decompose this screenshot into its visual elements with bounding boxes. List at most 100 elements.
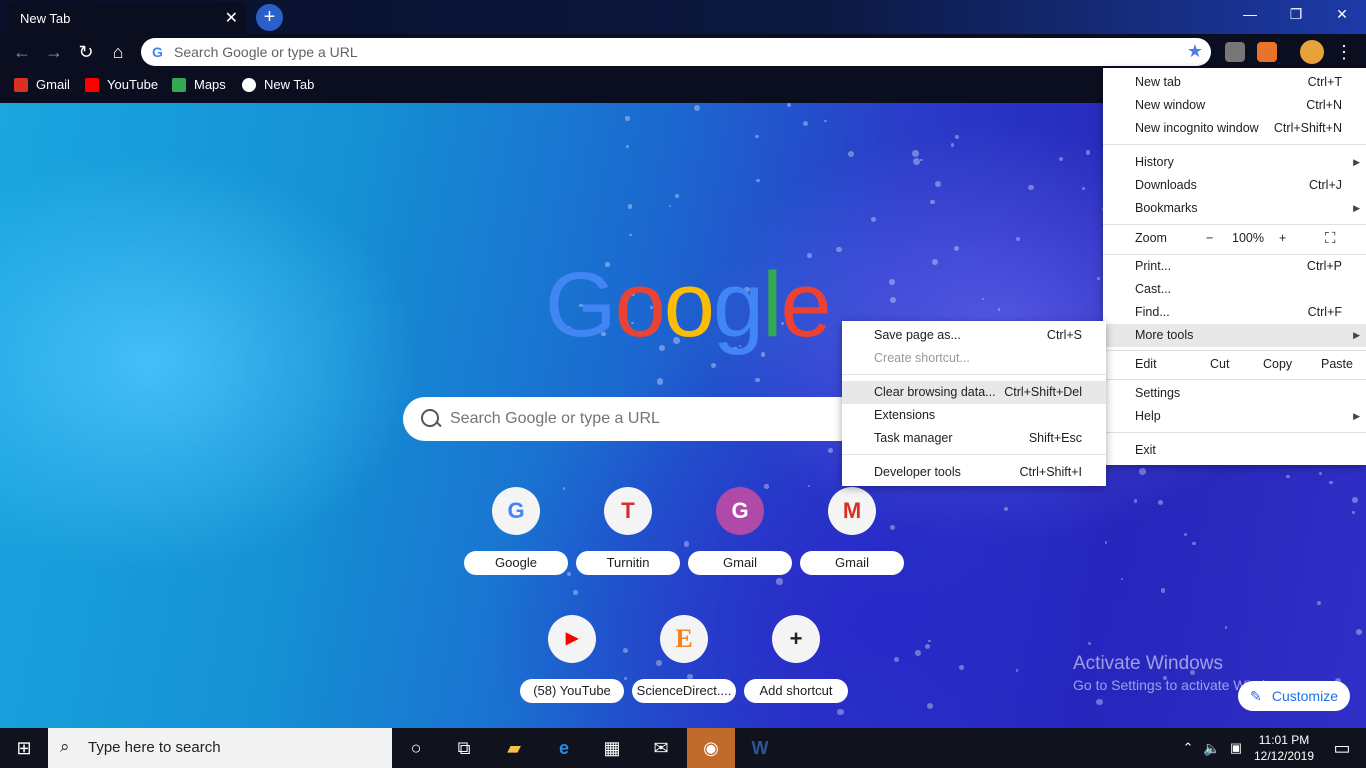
- reload-icon[interactable]: ↻: [74, 40, 98, 64]
- copy-button[interactable]: Copy: [1263, 353, 1292, 376]
- tab-new-tab[interactable]: New Tab ✕: [8, 2, 246, 34]
- avatar[interactable]: [1300, 40, 1324, 64]
- word-icon[interactable]: W: [736, 728, 784, 768]
- shortcut-label: (58) YouTube: [520, 679, 624, 703]
- windows-start-icon[interactable]: ⊞: [0, 728, 48, 768]
- submenu-item-clear-browsing-data[interactable]: Clear browsing data... Ctrl+Shift+Del: [842, 381, 1106, 404]
- google-icon: G: [492, 487, 540, 535]
- menu-item-settings[interactable]: Settings: [1103, 382, 1366, 405]
- menu-separator: [1103, 144, 1366, 145]
- water-droplet: [687, 673, 693, 679]
- water-droplet: [950, 142, 955, 147]
- submenu-item-extensions[interactable]: Extensions: [842, 404, 1106, 427]
- water-droplet: [807, 484, 811, 487]
- bookmark-new-tab[interactable]: New Tab: [242, 77, 314, 92]
- water-droplet: [1120, 577, 1124, 581]
- extension-icon[interactable]: [1225, 42, 1245, 62]
- search-icon: ⌕: [60, 737, 70, 756]
- task-view-icon[interactable]: ⧉: [440, 728, 488, 768]
- menu-separator: [842, 454, 1106, 455]
- bookmark-gmail[interactable]: Gmail: [14, 77, 70, 92]
- water-droplet: [837, 708, 844, 716]
- water-droplet: [1133, 499, 1137, 503]
- water-droplet: [926, 702, 934, 709]
- address-bar[interactable]: G Search Google or type a URL ★: [141, 38, 1211, 66]
- menu-item-downloads[interactable]: Downloads Ctrl+J: [1103, 174, 1366, 197]
- bookmark-maps[interactable]: Maps: [172, 77, 226, 92]
- shortcut-label: Gmail: [688, 551, 792, 575]
- water-droplet: [573, 590, 578, 595]
- water-droplet: [871, 217, 877, 223]
- water-droplet: [953, 245, 959, 251]
- submenu-item-developer-tools[interactable]: Developer tools Ctrl+Shift+I: [842, 461, 1106, 484]
- menu-item-bookmarks[interactable]: Bookmarks ▶: [1103, 197, 1366, 220]
- menu-separator: [1103, 224, 1366, 225]
- water-droplet: [1329, 480, 1333, 485]
- chevron-up-icon[interactable]: ⌃: [1176, 728, 1200, 768]
- water-droplet: [675, 194, 679, 198]
- fullscreen-icon[interactable]: ⛶: [1325, 227, 1336, 250]
- water-droplet: [754, 134, 759, 139]
- new-tab-button[interactable]: +: [256, 4, 283, 31]
- water-droplet: [1192, 541, 1196, 546]
- submenu-item-save-page[interactable]: Save page as... Ctrl+S: [842, 324, 1106, 347]
- water-droplet: [1352, 511, 1356, 515]
- menu-item-history[interactable]: History ▶: [1103, 151, 1366, 174]
- menu-item-print[interactable]: Print... Ctrl+P: [1103, 255, 1366, 278]
- water-droplet: [824, 120, 827, 123]
- menu-separator: [1103, 350, 1366, 351]
- volume-icon[interactable]: 🔈: [1200, 728, 1224, 768]
- menu-item-more-tools[interactable]: More tools ▶: [1103, 324, 1366, 347]
- water-droplet: [1059, 156, 1064, 161]
- water-droplet: [915, 650, 921, 656]
- menu-item-new-incognito-window[interactable]: New incognito window Ctrl+Shift+N: [1103, 117, 1366, 140]
- kebab-menu-icon[interactable]: ⋮: [1332, 40, 1356, 64]
- water-droplet: [1016, 669, 1019, 672]
- store-icon[interactable]: ▦: [588, 728, 636, 768]
- close-window-icon[interactable]: ✕: [1319, 6, 1365, 23]
- youtube-icon: [85, 77, 99, 92]
- maps-icon: [172, 77, 186, 92]
- water-droplet: [836, 246, 842, 253]
- back-icon[interactable]: ←: [10, 40, 34, 64]
- water-droplet: [1184, 532, 1188, 536]
- notifications-icon[interactable]: ▭: [1318, 728, 1366, 768]
- water-droplet: [711, 362, 717, 368]
- bookmark-youtube[interactable]: YouTube: [85, 77, 158, 92]
- edge-icon[interactable]: e: [540, 728, 588, 768]
- taskbar-search-input[interactable]: ⌕ Type here to search: [48, 728, 392, 768]
- chrome-icon[interactable]: ◉: [687, 728, 735, 768]
- plus-icon: +: [772, 615, 820, 663]
- customize-button[interactable]: ✎ Customize: [1238, 681, 1350, 711]
- shortcut-label: ScienceDirect....: [632, 679, 736, 703]
- file-explorer-icon[interactable]: ▰: [490, 728, 538, 768]
- menu-item-exit[interactable]: Exit: [1103, 439, 1366, 462]
- cut-button[interactable]: Cut: [1210, 353, 1229, 376]
- mail-icon[interactable]: ✉: [637, 728, 685, 768]
- submenu-item-task-manager[interactable]: Task manager Shift+Esc: [842, 427, 1106, 450]
- restore-icon[interactable]: ❐: [1273, 6, 1319, 23]
- bookmark-star-icon[interactable]: ★: [1187, 41, 1203, 62]
- minimize-icon[interactable]: —: [1227, 6, 1273, 22]
- water-droplet: [1160, 588, 1165, 593]
- turnitin-icon: T: [604, 487, 652, 535]
- close-icon[interactable]: ✕: [225, 8, 238, 28]
- zoom-in-button[interactable]: +: [1279, 227, 1286, 250]
- menu-item-help[interactable]: Help ▶: [1103, 405, 1366, 428]
- taskbar-clock[interactable]: 11:01 PM 12/12/2019: [1252, 732, 1316, 764]
- paste-button[interactable]: Paste: [1321, 353, 1353, 376]
- zoom-out-button[interactable]: −: [1206, 227, 1213, 250]
- cortana-icon[interactable]: ○: [392, 728, 440, 768]
- water-droplet: [1351, 496, 1359, 503]
- menu-item-new-tab[interactable]: New tab Ctrl+T: [1103, 71, 1366, 94]
- network-icon[interactable]: ▣: [1224, 728, 1248, 768]
- search-icon: [421, 409, 439, 427]
- globe-icon: [242, 77, 256, 92]
- forward-icon[interactable]: →: [42, 40, 66, 64]
- extension-icon[interactable]: [1257, 42, 1277, 62]
- menu-item-find[interactable]: Find... Ctrl+F: [1103, 301, 1366, 324]
- water-droplet: [803, 121, 809, 127]
- home-icon[interactable]: ⌂: [106, 40, 130, 64]
- menu-item-new-window[interactable]: New window Ctrl+N: [1103, 94, 1366, 117]
- menu-item-cast[interactable]: Cast...: [1103, 278, 1366, 301]
